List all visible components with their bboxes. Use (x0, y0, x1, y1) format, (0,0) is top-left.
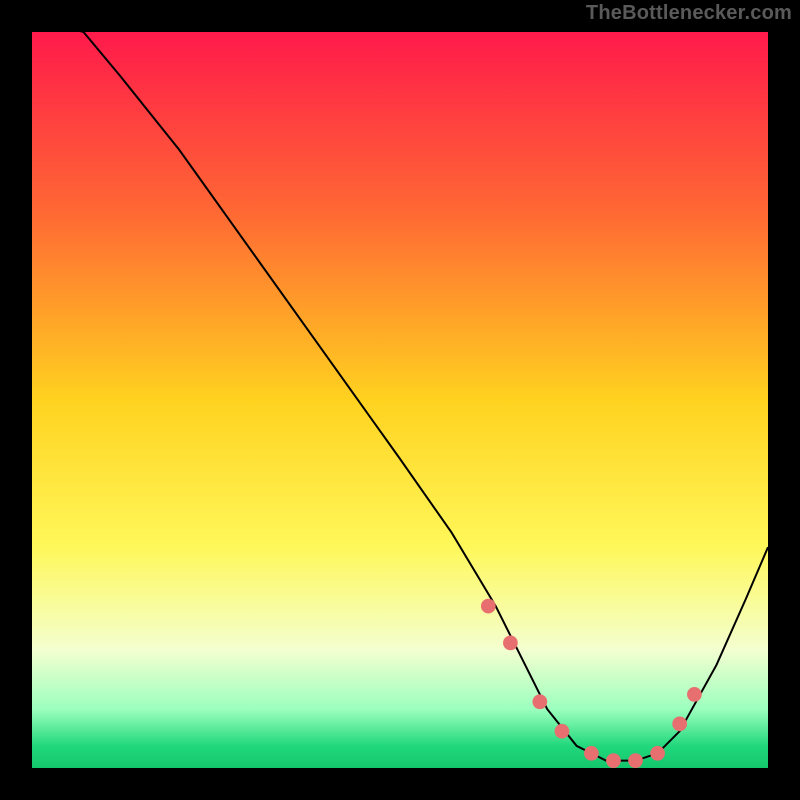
chart-container: TheBottlenecker.com (0, 0, 800, 800)
highlight-dot (672, 716, 687, 731)
highlight-dot (606, 753, 621, 768)
attribution-text: TheBottlenecker.com (586, 2, 792, 25)
highlight-dot (555, 724, 570, 739)
bottleneck-chart (32, 32, 768, 768)
gradient-background (32, 32, 768, 768)
highlight-dot (584, 746, 599, 761)
highlight-dot (687, 687, 702, 702)
highlight-dot (628, 753, 643, 768)
highlight-dot (503, 636, 518, 651)
highlight-dot (532, 694, 547, 709)
highlight-dot (481, 599, 496, 614)
highlight-dot (650, 746, 665, 761)
